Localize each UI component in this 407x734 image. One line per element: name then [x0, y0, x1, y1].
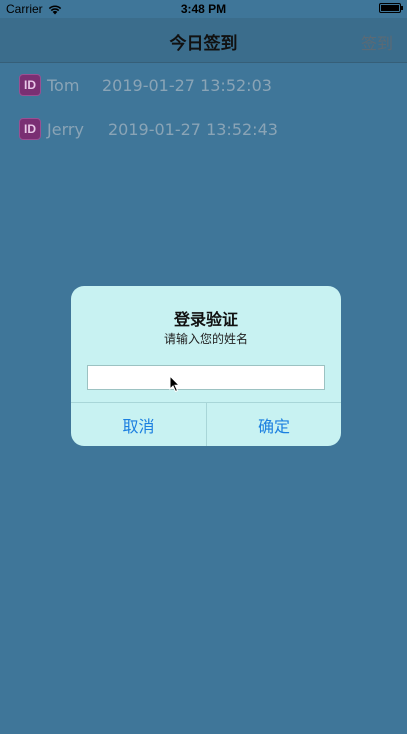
list-item-time: 2019-01-27 13:52:03 — [102, 75, 272, 95]
id-badge-icon: ID — [19, 118, 41, 140]
dialog-message: 请输入您的姓名 — [163, 332, 248, 346]
login-verification-dialog: 登录验证 请输入您的姓名 取消 确定 — [71, 286, 341, 446]
confirm-button[interactable]: 确定 — [207, 403, 341, 446]
list-item[interactable]: ID Jerry 2019-01-27 13:52:43 — [0, 107, 407, 151]
name-input[interactable] — [87, 365, 325, 390]
navigation-bar: 今日签到 签到 — [0, 18, 407, 63]
status-bar: Carrier 3:48 PM — [0, 0, 407, 18]
check-in-list: ID Tom 2019-01-27 13:52:03 ID Jerry 2019… — [0, 63, 407, 151]
list-item-name: Jerry — [47, 119, 84, 139]
status-time: 3:48 PM — [180, 2, 227, 16]
list-item-time: 2019-01-27 13:52:43 — [108, 119, 278, 139]
list-item[interactable]: ID Tom 2019-01-27 13:52:03 — [0, 63, 407, 107]
id-badge-icon: ID — [19, 74, 41, 96]
check-in-button[interactable]: 签到 — [361, 30, 393, 54]
cancel-button[interactable]: 取消 — [71, 403, 206, 446]
list-item-name: Tom — [47, 75, 80, 95]
battery-icon — [379, 3, 403, 13]
page-title: 今日签到 — [169, 34, 238, 54]
dialog-title: 登录验证 — [173, 310, 238, 329]
